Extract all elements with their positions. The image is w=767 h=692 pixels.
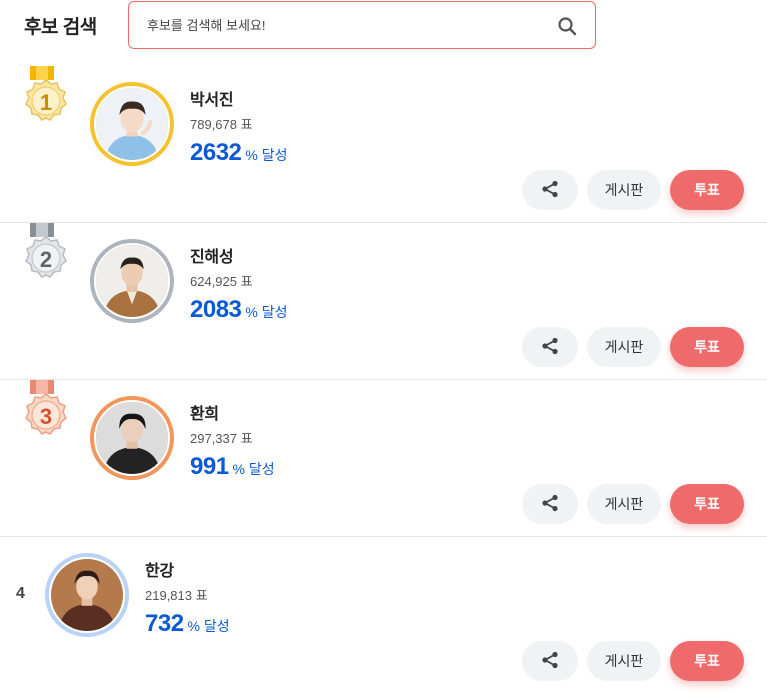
rank-number: 2 bbox=[39, 247, 53, 272]
achievement-percent: 2632 bbox=[190, 139, 242, 166]
achievement-percent: 991 bbox=[190, 453, 229, 480]
vote-count: 624,925 표 bbox=[190, 274, 253, 289]
search-icon[interactable] bbox=[557, 16, 577, 36]
achievement-suffix: % 달성 bbox=[245, 304, 288, 320]
row-actions: 게시판 투표 bbox=[522, 327, 744, 367]
row-actions: 게시판 투표 bbox=[522, 170, 744, 210]
achievement: 2083 % 달성 bbox=[190, 296, 288, 324]
candidate-info: 진해성 624,925 표 2083 % 달성 bbox=[190, 243, 288, 324]
vote-button[interactable]: 투표 bbox=[670, 484, 744, 524]
board-button[interactable]: 게시판 bbox=[587, 170, 661, 210]
avatar[interactable] bbox=[90, 82, 174, 166]
gold-medal-icon: 1 bbox=[18, 66, 74, 136]
share-button[interactable] bbox=[522, 641, 578, 681]
achievement: 991 % 달성 bbox=[190, 453, 275, 481]
share-button[interactable] bbox=[522, 327, 578, 367]
vote-button[interactable]: 투표 bbox=[670, 641, 744, 681]
candidate-row: 1 박서진 789,678 표 2632 % 달성 게시판 투표 bbox=[0, 66, 767, 223]
avatar[interactable] bbox=[45, 553, 129, 637]
share-icon bbox=[540, 650, 560, 673]
vote-count: 219,813 표 bbox=[145, 588, 208, 603]
candidate-row: 4 한강 219,813 표 732 % 달성 게시판 투표 bbox=[0, 537, 767, 692]
vote-count: 789,678 표 bbox=[190, 117, 253, 132]
achievement-suffix: % 달성 bbox=[245, 147, 288, 163]
achievement: 732 % 달성 bbox=[145, 610, 230, 638]
vote-button[interactable]: 투표 bbox=[670, 327, 744, 367]
vote-count: 297,337 표 bbox=[190, 431, 253, 446]
rank-number: 3 bbox=[39, 404, 53, 429]
row-actions: 게시판 투표 bbox=[522, 484, 744, 524]
row-actions: 게시판 투표 bbox=[522, 641, 744, 681]
candidate-info: 박서진 789,678 표 2632 % 달성 bbox=[190, 86, 288, 167]
share-icon bbox=[540, 493, 560, 516]
achievement-suffix: % 달성 bbox=[187, 618, 230, 634]
search-input[interactable] bbox=[147, 2, 547, 48]
avatar[interactable] bbox=[90, 396, 174, 480]
candidate-name[interactable]: 진해성 bbox=[190, 243, 288, 267]
board-button[interactable]: 게시판 bbox=[587, 641, 661, 681]
board-button[interactable]: 게시판 bbox=[587, 484, 661, 524]
achievement-percent: 2083 bbox=[190, 296, 242, 323]
candidate-name[interactable]: 박서진 bbox=[190, 86, 288, 110]
page-title: 후보 검색 bbox=[24, 17, 97, 38]
board-button[interactable]: 게시판 bbox=[587, 327, 661, 367]
share-icon bbox=[540, 179, 560, 202]
share-icon bbox=[540, 336, 560, 359]
candidate-name[interactable]: 환희 bbox=[190, 400, 275, 424]
share-button[interactable] bbox=[522, 170, 578, 210]
rank-number: 4 bbox=[16, 585, 25, 602]
candidate-info: 환희 297,337 표 991 % 달성 bbox=[190, 400, 275, 481]
search-box[interactable] bbox=[128, 1, 596, 49]
achievement-percent: 732 bbox=[145, 610, 184, 637]
silver-medal-icon: 2 bbox=[18, 223, 74, 293]
rank-number: 1 bbox=[39, 90, 53, 115]
candidate-row: 2 진해성 624,925 표 2083 % 달성 게시판 투표 bbox=[0, 223, 767, 380]
achievement-suffix: % 달성 bbox=[232, 461, 275, 477]
candidate-row: 3 환희 297,337 표 991 % 달성 게시판 투표 bbox=[0, 380, 767, 537]
candidate-name[interactable]: 한강 bbox=[145, 557, 230, 581]
vote-button[interactable]: 투표 bbox=[670, 170, 744, 210]
share-button[interactable] bbox=[522, 484, 578, 524]
bronze-medal-icon: 3 bbox=[18, 380, 74, 450]
avatar[interactable] bbox=[90, 239, 174, 323]
header: 후보 검색 bbox=[0, 0, 767, 56]
achievement: 2632 % 달성 bbox=[190, 139, 288, 167]
candidate-info: 한강 219,813 표 732 % 달성 bbox=[145, 557, 230, 638]
